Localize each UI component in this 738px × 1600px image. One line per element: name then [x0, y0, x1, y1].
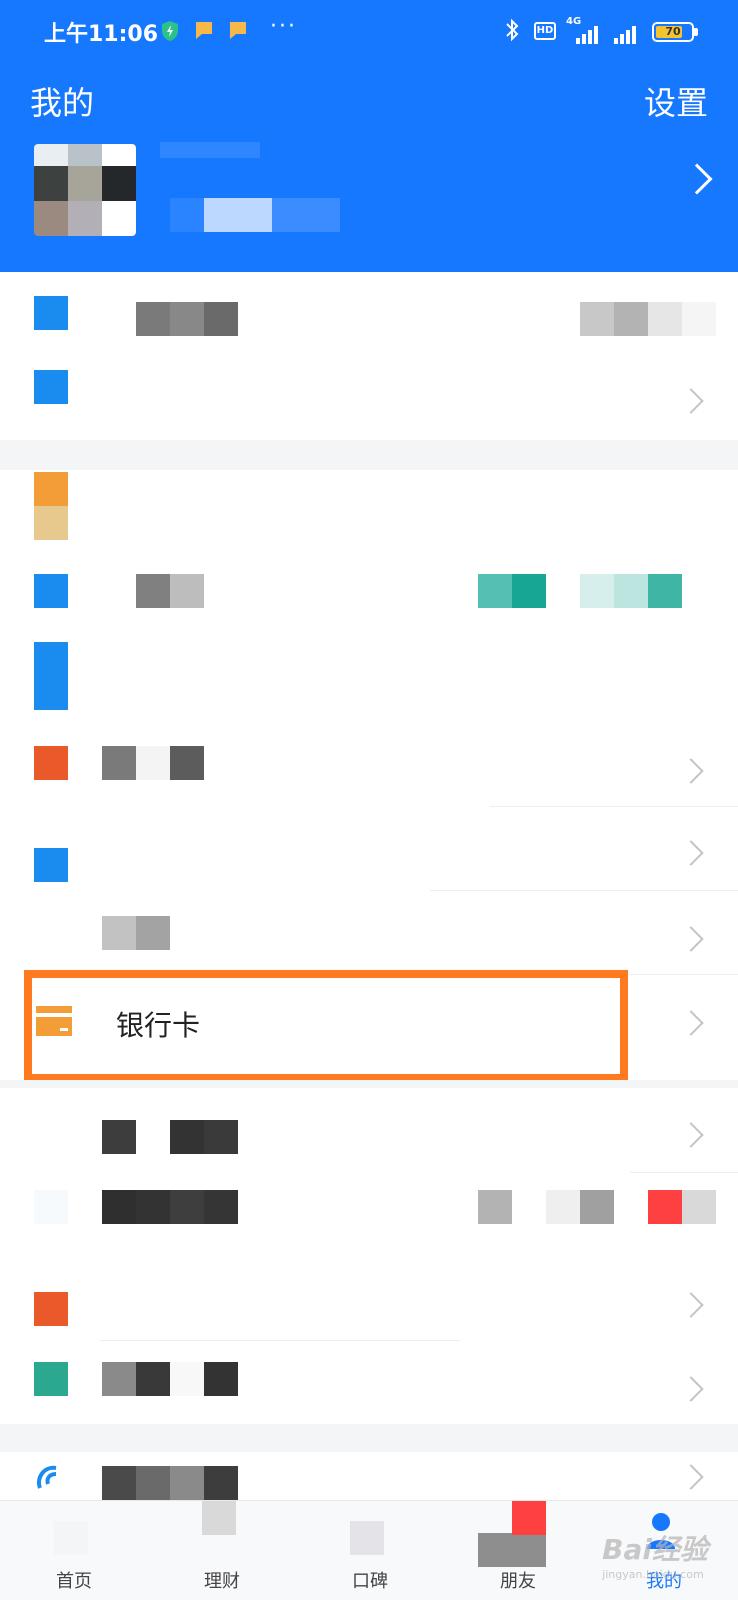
list-item[interactable] — [0, 356, 738, 440]
list-item[interactable] — [0, 806, 738, 890]
blue-square-icon — [34, 574, 68, 608]
bank-card-label: 银行卡 — [116, 1009, 201, 1042]
chevron-right-icon — [678, 1292, 704, 1318]
tab-koubei[interactable]: 口碑 — [296, 1501, 444, 1600]
chevron-right-icon — [678, 1010, 704, 1036]
koubei-icon — [350, 1521, 384, 1555]
blue-square-icon — [34, 370, 68, 404]
message-icon-2 — [228, 20, 248, 40]
faint-icon — [34, 1190, 68, 1224]
chevron-right-icon — [678, 758, 704, 784]
status-bar: 上午11:06 ··· HD 4G 70 — [0, 0, 738, 64]
section-gap — [0, 1424, 738, 1452]
list-item[interactable] — [0, 272, 738, 356]
watermark-brand: Bai经验 — [602, 1533, 708, 1566]
chevron-right-icon — [678, 1122, 704, 1148]
chevron-right-icon — [678, 840, 704, 866]
watermark: Bai经验 jingyan.baidu.com — [602, 1528, 708, 1581]
friends-badge-icon — [512, 1501, 546, 1535]
list-item[interactable] — [0, 470, 738, 554]
list-item[interactable] — [0, 638, 738, 722]
watermark-url: jingyan.baidu.com — [602, 1568, 704, 1581]
shield-icon — [160, 20, 180, 41]
list-item[interactable] — [0, 1340, 738, 1424]
home-icon — [54, 1521, 88, 1555]
status-time: 上午11:06 — [44, 22, 159, 47]
signal-icon-2 — [612, 22, 642, 44]
blurred-label — [102, 1362, 238, 1396]
battery-level: 70 — [665, 25, 681, 38]
red-square-icon — [34, 1292, 68, 1326]
profile-card[interactable] — [0, 138, 738, 238]
friends-icon — [478, 1533, 546, 1567]
bluetooth-icon — [504, 18, 520, 47]
bank-card-item[interactable]: 银行卡 — [0, 974, 738, 1058]
list-item[interactable] — [0, 1088, 738, 1172]
profile-account-blurred — [170, 198, 340, 232]
header: 上午11:06 ··· HD 4G 70 我的 设置 — [0, 0, 738, 272]
wallet-icon — [34, 472, 68, 506]
blurred-value — [478, 574, 546, 608]
tab-friends-label: 朋友 — [500, 1571, 536, 1592]
tab-home[interactable]: 首页 — [0, 1501, 148, 1600]
red-square-icon — [34, 746, 68, 780]
chevron-right-icon — [678, 1464, 704, 1490]
settings-button[interactable]: 设置 — [644, 78, 708, 124]
blurred-label — [102, 1466, 238, 1500]
chevron-right-icon — [678, 1376, 704, 1402]
bank-card-icon — [34, 1004, 72, 1038]
hd-badge: HD — [534, 22, 556, 40]
chevron-right-icon — [678, 388, 704, 414]
battery-icon: 70 — [652, 22, 698, 42]
blurred-label — [136, 302, 238, 336]
section-gap — [0, 440, 738, 470]
wealth-icon — [202, 1501, 236, 1535]
profile-name-blurred — [160, 142, 260, 158]
blurred-label — [102, 916, 170, 950]
message-icon — [194, 20, 214, 40]
blurred-label — [102, 746, 204, 780]
chevron-right-icon — [678, 926, 704, 952]
section-gap — [0, 1080, 738, 1088]
overflow-dots: ··· — [270, 14, 297, 39]
list-item[interactable] — [0, 890, 738, 974]
cloud-icon — [34, 296, 68, 330]
list-item[interactable] — [0, 1172, 738, 1256]
blurred-label — [102, 1120, 238, 1154]
blurred-label — [102, 1190, 238, 1224]
page-title: 我的 — [30, 84, 95, 122]
avatar[interactable] — [34, 144, 136, 236]
blue-bar-icon — [34, 642, 68, 710]
blurred-value — [478, 1190, 716, 1224]
green-square-icon — [34, 1362, 68, 1396]
list-item[interactable] — [0, 554, 738, 638]
tab-koubei-label: 口碑 — [352, 1571, 388, 1592]
service-icon — [34, 1462, 68, 1496]
list-item[interactable] — [0, 1452, 738, 1500]
signal-icon — [574, 22, 604, 44]
tab-wealth-label: 理财 — [204, 1571, 240, 1592]
blurred-value — [580, 302, 716, 336]
tab-home-label: 首页 — [56, 1571, 92, 1592]
list-item[interactable] — [0, 1256, 738, 1340]
chevron-right-icon — [681, 163, 713, 195]
list-item[interactable] — [0, 722, 738, 806]
blurred-label — [136, 574, 204, 608]
wallet-icon-lower — [34, 506, 68, 540]
blue-square-icon — [34, 848, 68, 882]
blurred-value — [580, 574, 682, 608]
tab-friends[interactable]: 朋友 — [444, 1501, 592, 1600]
tab-wealth[interactable]: 理财 — [148, 1501, 296, 1600]
